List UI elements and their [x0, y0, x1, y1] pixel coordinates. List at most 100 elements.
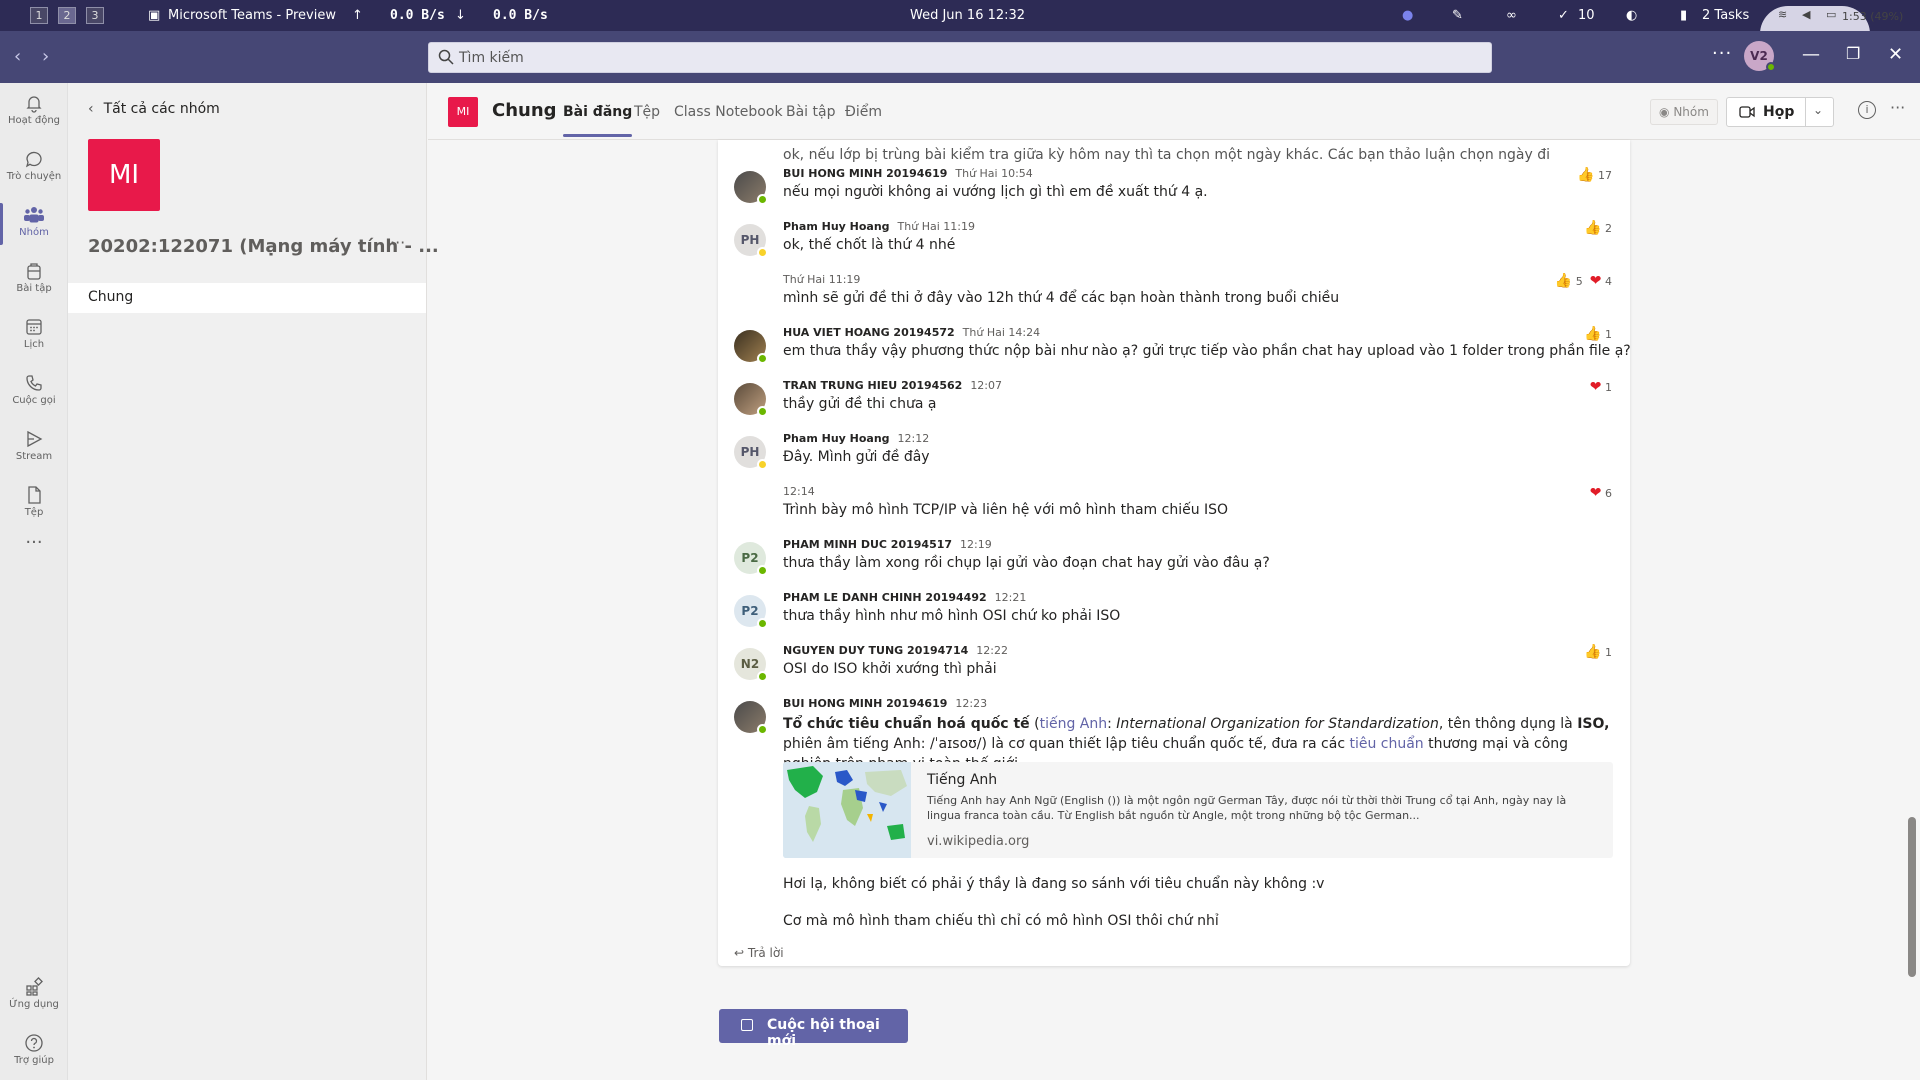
message-author[interactable]: NGUYEN DUY TUNG 20194714 — [783, 644, 968, 657]
search-input[interactable]: Tìm kiếm — [428, 42, 1492, 73]
tab-grades[interactable]: Điểm — [845, 104, 882, 120]
app-rail: Hoạt động Trò chuyện Nhóm Bài tập Lịch C… — [0, 83, 68, 1080]
back-nav-icon[interactable]: ‹ — [14, 46, 21, 67]
chat-tray-icon[interactable]: ◐ — [1626, 8, 1637, 23]
rail-calendar[interactable]: Lịch — [0, 309, 68, 363]
message-text: thưa thầy làm xong rồi chụp lại gửi vào … — [783, 555, 1270, 571]
rail-teams[interactable]: Nhóm — [0, 197, 68, 251]
like-reaction[interactable]: 👍 1 — [1584, 326, 1612, 342]
chevron-down-icon[interactable]: ⌄ — [1813, 103, 1823, 117]
message-time: Thứ Hai 11:19 — [897, 220, 975, 233]
presence-dot — [757, 671, 768, 682]
message-author[interactable]: PHAM MINH DUC 20194517 — [783, 538, 952, 551]
maximize-icon[interactable]: ❐ — [1846, 44, 1860, 63]
rail-chat[interactable]: Trò chuyện — [0, 141, 68, 195]
info-icon[interactable]: i — [1858, 101, 1876, 119]
tab-assignments[interactable]: Bài tập — [786, 104, 835, 120]
team-name[interactable]: 20202:122071 (Mạng máy tính - ... — [88, 236, 439, 257]
message-text: nếu mọi người không ai vướng lịch gì thì… — [783, 184, 1208, 200]
settings-more-button[interactable]: ··· — [1712, 43, 1732, 64]
link-icon[interactable]: ∞ — [1506, 8, 1517, 23]
message-time: 12:23 — [955, 697, 988, 710]
heart-reaction[interactable]: ❤ 6 — [1590, 485, 1612, 501]
calendar-icon — [26, 319, 42, 335]
tasks-count[interactable]: 2 Tasks — [1702, 8, 1749, 23]
preview-url[interactable]: vi.wikipedia.org — [927, 834, 1029, 849]
teams-tray-icon[interactable]: ● — [1402, 8, 1413, 23]
avatar[interactable] — [734, 330, 768, 364]
rail-activity[interactable]: Hoạt động — [0, 85, 68, 139]
message-author[interactable]: BUI HONG MINH 20194619 — [783, 697, 947, 710]
rail-label: Stream — [15, 451, 53, 462]
reactions[interactable]: 👍 5 ❤ 4 — [1555, 273, 1612, 289]
avatar[interactable]: PH — [734, 224, 768, 258]
video-camera-icon — [1739, 106, 1755, 118]
new-conversation-label: Cuộc hội thoại mới — [767, 1017, 880, 1049]
presence-dot — [757, 618, 768, 629]
avatar-initials: PH — [740, 233, 760, 247]
rail-files[interactable]: Tệp — [0, 477, 68, 531]
rail-apps[interactable]: Ứng dụng — [0, 969, 68, 1023]
rail-help[interactable]: Trợ giúp — [0, 1025, 68, 1079]
battery-icon[interactable]: ▭ — [1826, 8, 1836, 21]
avatar[interactable]: P2 — [734, 542, 768, 576]
rich-link-english[interactable]: tiếng Anh — [1040, 716, 1108, 732]
channel-more-icon[interactable]: ··· — [1890, 98, 1905, 117]
wifi-icon[interactable]: ≋ — [1778, 8, 1787, 21]
rail-more-apps[interactable]: ··· — [0, 533, 68, 587]
preview-title[interactable]: Tiếng Anh — [927, 772, 997, 788]
message-author[interactable]: HUA VIET HOANG 20194572 — [783, 326, 955, 339]
heart-count: 1 — [1605, 381, 1612, 394]
rail-stream[interactable]: Stream — [0, 421, 68, 475]
avatar[interactable] — [734, 701, 768, 735]
rail-calls[interactable]: Cuộc gọi — [0, 365, 68, 419]
rail-assignments[interactable]: Bài tập — [0, 253, 68, 307]
search-placeholder: Tìm kiếm — [459, 50, 524, 66]
message-author[interactable]: TRAN TRUNG HIEU 20194562 — [783, 379, 962, 392]
scrollbar[interactable] — [1908, 817, 1916, 977]
pen-icon[interactable]: ✎ — [1452, 8, 1463, 23]
tasks-icon[interactable]: ▮ — [1680, 8, 1687, 23]
workspace-2[interactable]: 2 — [58, 7, 76, 24]
like-reaction[interactable]: 👍 17 — [1577, 167, 1612, 183]
rich-text: ( — [1029, 716, 1040, 732]
tab-class-notebook[interactable]: Class Notebook — [674, 104, 783, 120]
volume-icon[interactable]: ◀ — [1802, 8, 1810, 21]
link-preview-card[interactable]: Tiếng Anh Tiếng Anh hay Anh Ngữ (English… — [783, 762, 1613, 858]
forward-nav-icon[interactable]: › — [42, 46, 49, 67]
avatar[interactable] — [734, 383, 768, 417]
avatar[interactable]: PH — [734, 436, 768, 470]
heart-reaction[interactable]: ❤ 1 — [1590, 379, 1612, 395]
rich-link-standard[interactable]: tiêu chuẩn — [1349, 736, 1423, 752]
close-icon[interactable]: ✕ — [1888, 44, 1903, 65]
window-title: Microsoft Teams - Preview — [168, 8, 336, 23]
like-count: 1 — [1605, 646, 1612, 659]
like-reaction[interactable]: 👍 2 — [1584, 220, 1612, 236]
message-author[interactable]: PHAM LE DANH CHINH 20194492 — [783, 591, 987, 604]
rail-label: Trò chuyện — [6, 171, 62, 182]
message-text: ok, nếu lớp bị trùng bài kiểm tra giữa k… — [783, 147, 1551, 163]
user-avatar[interactable]: V2 — [1744, 41, 1776, 72]
workspace-1[interactable]: 1 — [30, 7, 48, 24]
avatar[interactable]: P2 — [734, 595, 768, 629]
new-conversation-button[interactable]: Cuộc hội thoại mới — [719, 1009, 908, 1049]
channel-item-chung[interactable]: Chung — [68, 283, 426, 313]
presence-dot — [757, 724, 768, 735]
message-author[interactable]: BUI HONG MINH 20194619 — [783, 167, 947, 180]
message-author[interactable]: Pham Huy Hoang — [783, 432, 890, 445]
meet-button[interactable]: Họp ⌄ — [1726, 97, 1834, 127]
avatar[interactable]: N2 — [734, 648, 768, 682]
tab-posts[interactable]: Bài đăng — [563, 104, 633, 137]
tab-files[interactable]: Tệp — [634, 104, 660, 120]
reply-button[interactable]: ↩ Trả lời — [734, 946, 784, 960]
all-teams-link[interactable]: ‹ Tất cả các nhóm — [88, 101, 220, 117]
workspace-3[interactable]: 3 — [86, 7, 104, 24]
check-icon[interactable]: ✓ — [1558, 8, 1569, 23]
clock[interactable]: Wed Jun 16 12:32 — [910, 8, 1025, 23]
avatar[interactable] — [734, 171, 768, 205]
like-count: 2 — [1605, 222, 1612, 235]
team-more-options-icon[interactable]: ··· — [390, 233, 405, 252]
message-author[interactable]: Pham Huy Hoang — [783, 220, 890, 233]
minimize-icon[interactable]: — — [1802, 44, 1820, 65]
like-reaction[interactable]: 👍 1 — [1584, 644, 1612, 660]
